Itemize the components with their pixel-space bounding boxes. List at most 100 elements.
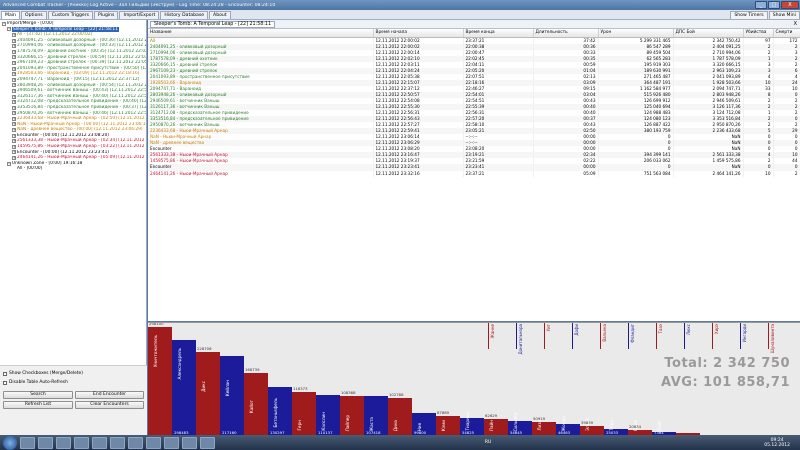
graph-bar xyxy=(316,395,340,435)
checkbox-box[interactable] xyxy=(3,371,7,376)
app-icon[interactable] xyxy=(164,436,179,449)
folder-icon[interactable] xyxy=(56,436,71,449)
graph-bar-label: Жаста xyxy=(369,416,374,431)
expand-icon[interactable]: + xyxy=(12,144,16,149)
expand-icon[interactable]: + xyxy=(12,105,16,110)
explorer-icon[interactable] xyxy=(20,436,35,449)
game-icon[interactable] xyxy=(110,436,125,449)
table-row[interactable]: 2464141,26 - Ньюи-Мрачный Арнар 12.11.201… xyxy=(148,170,800,177)
graph-bar-label: Калслин xyxy=(321,412,326,431)
graph-bar-value: 20834 xyxy=(629,423,642,429)
expand-icon[interactable]: + xyxy=(12,116,16,121)
expand-icon[interactable]: + xyxy=(12,72,16,77)
graph-bar-label: Кэми xyxy=(441,419,446,431)
tab-custom-triggers[interactable]: Custom Triggers xyxy=(47,11,93,19)
show-timers-button[interactable]: Show Timers xyxy=(730,11,768,19)
tab-main[interactable]: Main xyxy=(1,11,20,19)
graph-stick-label: Шуналивинта xyxy=(770,324,775,354)
expand-icon[interactable]: + xyxy=(12,150,16,155)
expand-icon[interactable]: + xyxy=(12,32,16,37)
graph-bar-label: Лайпер xyxy=(345,414,350,431)
column-header-start[interactable]: Время начала xyxy=(373,29,464,38)
close-tab-icon[interactable]: X xyxy=(794,21,797,27)
tab-options[interactable]: Options xyxy=(20,11,47,19)
tab-about[interactable]: About xyxy=(209,11,231,19)
tab-history-database[interactable]: History Database xyxy=(160,11,209,19)
expand-icon[interactable]: + xyxy=(12,100,16,105)
language-indicator[interactable]: RU xyxy=(485,440,491,445)
graph-bar xyxy=(148,327,172,435)
graph-total: Total: 2 342 750 xyxy=(664,356,790,371)
column-header-dps[interactable]: ДПС Бой xyxy=(673,29,744,38)
graph-bar-label: Сильвия xyxy=(513,412,518,432)
close-button[interactable]: X xyxy=(781,1,799,9)
expand-icon[interactable]: + xyxy=(12,83,16,88)
collapse-icon[interactable]: − xyxy=(7,161,11,166)
start-button[interactable] xyxy=(3,435,17,450)
column-header-kills[interactable]: Убийства xyxy=(743,29,774,38)
column-header-deaths[interactable]: Смерти xyxy=(773,29,800,38)
graph-bar-label: Жорди xyxy=(561,415,566,431)
graph-bar xyxy=(580,426,604,435)
app-icon[interactable] xyxy=(200,436,215,449)
disable-refresh-checkbox[interactable]: Disable Table Auto-Refresh xyxy=(3,380,68,385)
graph-stick xyxy=(656,323,657,349)
cell-start: 12.11.2012 23:32:16 xyxy=(373,170,464,177)
graph-stick xyxy=(572,323,573,349)
clear-encounters-button[interactable]: Clear Encounters xyxy=(75,401,144,409)
expand-icon[interactable]: + xyxy=(12,128,16,133)
graph-stick-label: Люкс xyxy=(686,324,691,335)
skype-icon[interactable] xyxy=(92,436,107,449)
column-header-damage[interactable]: Урон xyxy=(598,29,674,38)
dps-graph: Total: 2 342 750 AVG: 101 858,71 Уничтож… xyxy=(148,322,800,435)
minimize-button[interactable]: _ xyxy=(755,1,767,9)
column-header-name[interactable]: Название xyxy=(148,29,374,38)
column-header-duration[interactable]: Длительность xyxy=(533,29,599,38)
clock-date: 05.12.2012 xyxy=(764,442,790,448)
title-bar: Advanced Combat Tracker - [Уникко] Log A… xyxy=(0,0,800,10)
expand-icon[interactable]: + xyxy=(12,111,16,116)
end-encounter-button[interactable]: End Encounter xyxy=(75,391,144,399)
act-icon[interactable] xyxy=(128,436,143,449)
tab-import-export[interactable]: Import/Export xyxy=(119,11,160,19)
encounter-table: Название Время начала Время конца Длител… xyxy=(148,29,800,321)
expand-icon[interactable]: + xyxy=(12,77,16,82)
expand-icon[interactable]: + xyxy=(12,49,16,54)
expand-icon[interactable]: + xyxy=(12,133,16,138)
graph-bar-value: 228706 xyxy=(197,345,212,351)
encounter-tab-strip: Sleeper's Tomb: A Temporal Leap - [22] 2… xyxy=(148,20,800,29)
checkbox-box[interactable] xyxy=(3,380,7,385)
graph-bar xyxy=(292,391,316,435)
app-icon[interactable] xyxy=(146,436,161,449)
graph-bar-label: Дикс xyxy=(201,381,206,392)
expand-icon[interactable]: + xyxy=(12,60,16,65)
expand-icon[interactable]: + xyxy=(12,88,16,93)
cell-name: 2464141,26 - Ньюи-Мрачный Арнар xyxy=(148,170,374,177)
refresh-list-button[interactable]: Refresh List xyxy=(3,401,73,409)
show-mini-button[interactable]: Show Mini xyxy=(768,11,800,19)
chrome-icon[interactable] xyxy=(38,436,53,449)
expand-icon[interactable]: + xyxy=(12,44,16,49)
graph-bar xyxy=(268,387,292,435)
collapse-icon[interactable]: − xyxy=(7,27,11,32)
show-checkboxes-checkbox[interactable]: Show Checkboxes (Merge/Delete) xyxy=(3,371,83,376)
graph-stick-label: Дофи xyxy=(574,324,579,336)
maximize-button[interactable]: □ xyxy=(768,1,780,9)
collapse-icon[interactable]: − xyxy=(2,21,6,26)
expand-icon[interactable]: + xyxy=(12,94,16,99)
search-button[interactable]: Search xyxy=(3,391,73,399)
expand-icon[interactable]: + xyxy=(12,156,16,161)
app-icon[interactable] xyxy=(182,436,197,449)
tree-node[interactable]: All - [00:00] xyxy=(1,166,146,172)
expand-icon[interactable]: + xyxy=(12,55,16,60)
expand-icon[interactable]: + xyxy=(12,66,16,71)
expand-icon[interactable]: + xyxy=(12,38,16,43)
firefox-icon[interactable] xyxy=(74,436,89,449)
tab-plugins[interactable]: Plugins xyxy=(94,11,119,19)
encounter-tab[interactable]: Sleeper's Tomb: A Temporal Leap - [22] 2… xyxy=(150,20,276,28)
expand-icon[interactable]: + xyxy=(12,139,16,144)
clock[interactable]: 09:24 05.12.2012 xyxy=(764,438,790,448)
column-header-end[interactable]: Время конца xyxy=(463,29,534,38)
expand-icon[interactable]: + xyxy=(12,122,16,127)
graph-bar-label: Кайот xyxy=(249,400,254,414)
